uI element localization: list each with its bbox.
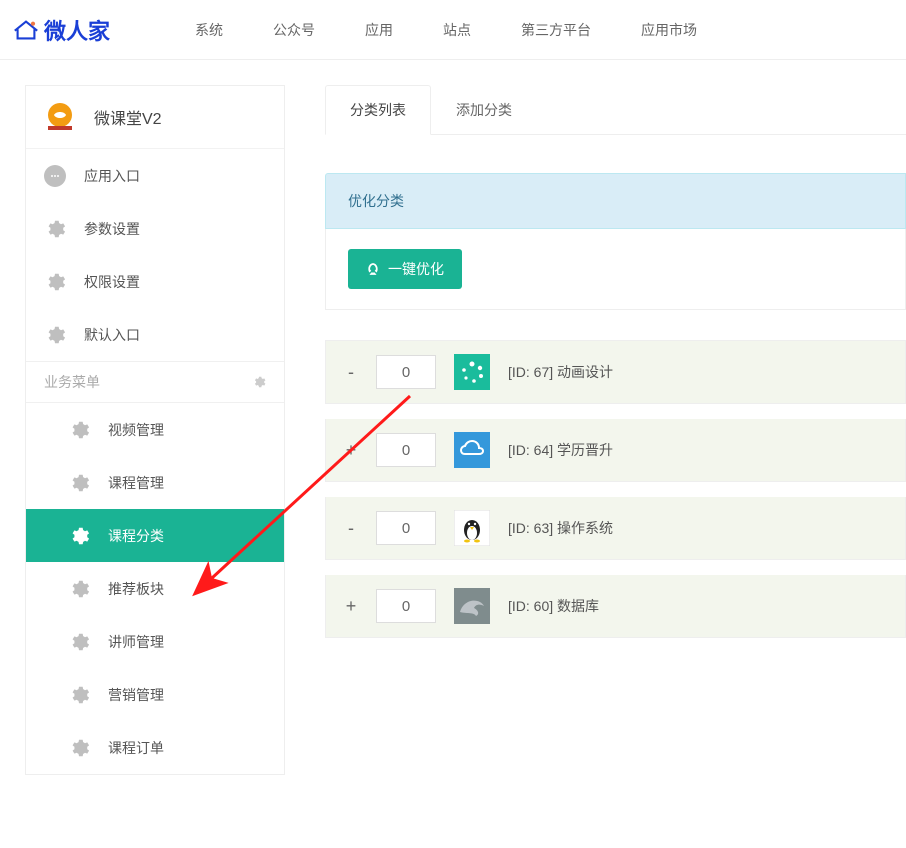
- biz-menu-item[interactable]: 推荐板块: [26, 562, 284, 615]
- main-content: 分类列表 添加分类 优化分类 一键优化 - [ID: 67] 动画设计 + [ID: …: [325, 85, 906, 775]
- gear-icon: [68, 472, 90, 494]
- category-label[interactable]: [ID: 63] 操作系统: [508, 518, 613, 538]
- expander-toggle[interactable]: -: [344, 362, 358, 383]
- biz-menu-item[interactable]: 视频管理: [26, 403, 284, 456]
- menu-item-app-entry[interactable]: 应用入口: [26, 149, 284, 202]
- biz-menu-item[interactable]: 课程管理: [26, 456, 284, 509]
- topnav-item[interactable]: 应用市场: [616, 0, 722, 60]
- gear-icon: [68, 737, 90, 759]
- biz-menu-item[interactable]: 营销管理: [26, 668, 284, 721]
- menu-label: 讲师管理: [108, 632, 164, 652]
- category-row: - [ID: 63] 操作系统: [325, 497, 906, 560]
- menu-label: 课程分类: [108, 526, 164, 546]
- sort-input[interactable]: [376, 355, 436, 389]
- sidebar: 微课堂V2 应用入口 参数设置 权限设置 默认入口 业务: [25, 85, 285, 775]
- biz-menu-item[interactable]: 讲师管理: [26, 615, 284, 668]
- category-icon: [454, 432, 490, 468]
- optimize-button[interactable]: 一键优化: [348, 249, 462, 289]
- gear-icon: [68, 578, 90, 600]
- menu-item-params[interactable]: 参数设置: [26, 202, 284, 255]
- menu-item-permissions[interactable]: 权限设置: [26, 255, 284, 308]
- sort-input[interactable]: [376, 433, 436, 467]
- optimize-row: 一键优化: [325, 229, 906, 310]
- menu-label: 推荐板块: [108, 579, 164, 599]
- app-icon: [44, 101, 76, 133]
- infobox-optimize: 优化分类: [325, 173, 906, 229]
- expander-toggle[interactable]: -: [344, 518, 358, 539]
- gear-icon: [68, 631, 90, 653]
- rocket-icon: [366, 262, 380, 276]
- menu-label: 课程管理: [108, 473, 164, 493]
- topnav-item[interactable]: 站点: [418, 0, 496, 60]
- logo[interactable]: 微人家: [12, 14, 110, 46]
- gear-icon: [44, 324, 66, 346]
- gear-icon: [68, 525, 90, 547]
- gear-icon: [44, 271, 66, 293]
- category-label[interactable]: [ID: 67] 动画设计: [508, 362, 613, 382]
- topnav-item[interactable]: 应用: [340, 0, 418, 60]
- infobox-title: 优化分类: [348, 193, 404, 209]
- category-label[interactable]: [ID: 64] 学历晋升: [508, 440, 613, 460]
- tab-add-category[interactable]: 添加分类: [431, 85, 537, 134]
- menu-label: 权限设置: [84, 272, 140, 292]
- biz-menu-item[interactable]: 课程订单: [26, 721, 284, 774]
- category-icon: [454, 354, 490, 390]
- menu-label: 默认入口: [84, 325, 140, 345]
- tab-category-list[interactable]: 分类列表: [325, 85, 431, 135]
- category-row: - [ID: 67] 动画设计: [325, 341, 906, 404]
- gear-icon: [44, 218, 66, 240]
- system-menu: 应用入口 参数设置 权限设置 默认入口: [26, 149, 284, 361]
- topnav-item[interactable]: 系统: [170, 0, 248, 60]
- topnav-item[interactable]: 公众号: [248, 0, 340, 60]
- category-list: - [ID: 67] 动画设计 + [ID: 64] 学历晋升 - [ID: 63] 操作…: [325, 340, 906, 638]
- category-row: + [ID: 64] 学历晋升: [325, 419, 906, 482]
- menu-label: 营销管理: [108, 685, 164, 705]
- category-icon: [454, 588, 490, 624]
- sort-input[interactable]: [376, 589, 436, 623]
- biz-menu: 视频管理课程管理课程分类推荐板块讲师管理营销管理课程订单: [26, 403, 284, 774]
- gear-icon: [68, 419, 90, 441]
- top-nav: 微人家 系统 公众号 应用 站点 第三方平台 应用市场: [0, 0, 906, 60]
- menu-label: 参数设置: [84, 219, 140, 239]
- biz-section-header: 业务菜单: [26, 361, 284, 403]
- section-title: 业务菜单: [44, 372, 100, 392]
- menu-label: 应用入口: [84, 166, 140, 186]
- gear-icon: [68, 684, 90, 706]
- tabs: 分类列表 添加分类: [325, 85, 906, 135]
- biz-menu-item[interactable]: 课程分类: [26, 509, 284, 562]
- topnav-item[interactable]: 第三方平台: [496, 0, 616, 60]
- menu-item-default-entry[interactable]: 默认入口: [26, 308, 284, 361]
- category-icon: [454, 510, 490, 546]
- sort-input[interactable]: [376, 511, 436, 545]
- gear-icon[interactable]: [252, 375, 266, 389]
- expander-toggle[interactable]: +: [344, 596, 358, 617]
- app-title: 微课堂V2: [94, 105, 162, 129]
- menu-label: 视频管理: [108, 420, 164, 440]
- category-row: + [ID: 60] 数据库: [325, 575, 906, 638]
- house-icon: [12, 19, 40, 41]
- optimize-button-label: 一键优化: [388, 259, 444, 279]
- expander-toggle[interactable]: +: [344, 440, 358, 461]
- menu-label: 课程订单: [108, 738, 164, 758]
- app-header: 微课堂V2: [26, 86, 284, 149]
- logo-text: 微人家: [44, 14, 110, 46]
- category-label[interactable]: [ID: 60] 数据库: [508, 596, 599, 616]
- topnav-items: 系统 公众号 应用 站点 第三方平台 应用市场: [170, 0, 722, 60]
- chat-icon: [44, 165, 66, 187]
